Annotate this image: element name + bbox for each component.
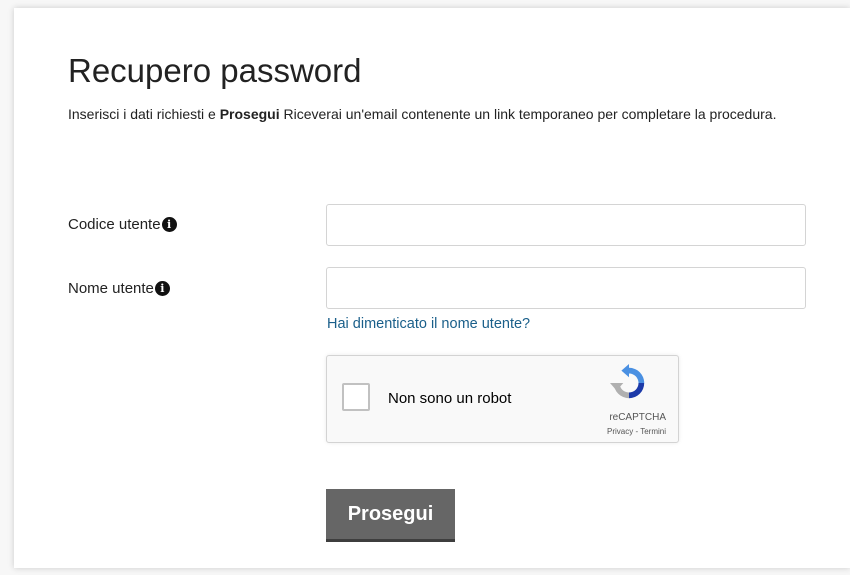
intro-part2: Riceverai un'email contenente un link te… — [279, 106, 777, 122]
codice-utente-label: Codice utente i — [68, 216, 177, 233]
nome-utente-label-text: Nome utente — [68, 280, 154, 297]
nome-utente-label: Nome utente i — [68, 280, 170, 297]
nome-utente-input[interactable] — [326, 267, 806, 309]
info-icon[interactable]: i — [154, 281, 170, 296]
recaptcha-legal: Privacy - Termini — [607, 427, 666, 436]
page-title: Recupero password — [68, 52, 362, 89]
recaptcha-privacy-link[interactable]: Privacy — [607, 427, 633, 436]
prosegui-button[interactable]: Prosegui — [326, 489, 455, 542]
intro-text: Inserisci i dati richiesti e Prosegui Ri… — [68, 102, 808, 126]
info-icon[interactable]: i — [161, 217, 177, 232]
recaptcha-checkbox[interactable] — [342, 383, 370, 411]
recaptcha-logo-icon — [610, 364, 645, 399]
recaptcha-widget: Non sono un robot reCAPTCHA Privacy - Te… — [326, 355, 679, 443]
recaptcha-label: Non sono un robot — [388, 390, 512, 407]
intro-bold: Prosegui — [219, 106, 280, 122]
recaptcha-terms-link[interactable]: Termini — [640, 427, 666, 436]
forgot-username-link[interactable]: Hai dimenticato il nome utente? — [327, 316, 530, 332]
intro-part1: Inserisci i dati richiesti e — [68, 106, 220, 122]
codice-utente-label-text: Codice utente — [68, 216, 161, 233]
codice-utente-input[interactable] — [326, 204, 806, 246]
recaptcha-brand: reCAPTCHA — [609, 412, 666, 423]
